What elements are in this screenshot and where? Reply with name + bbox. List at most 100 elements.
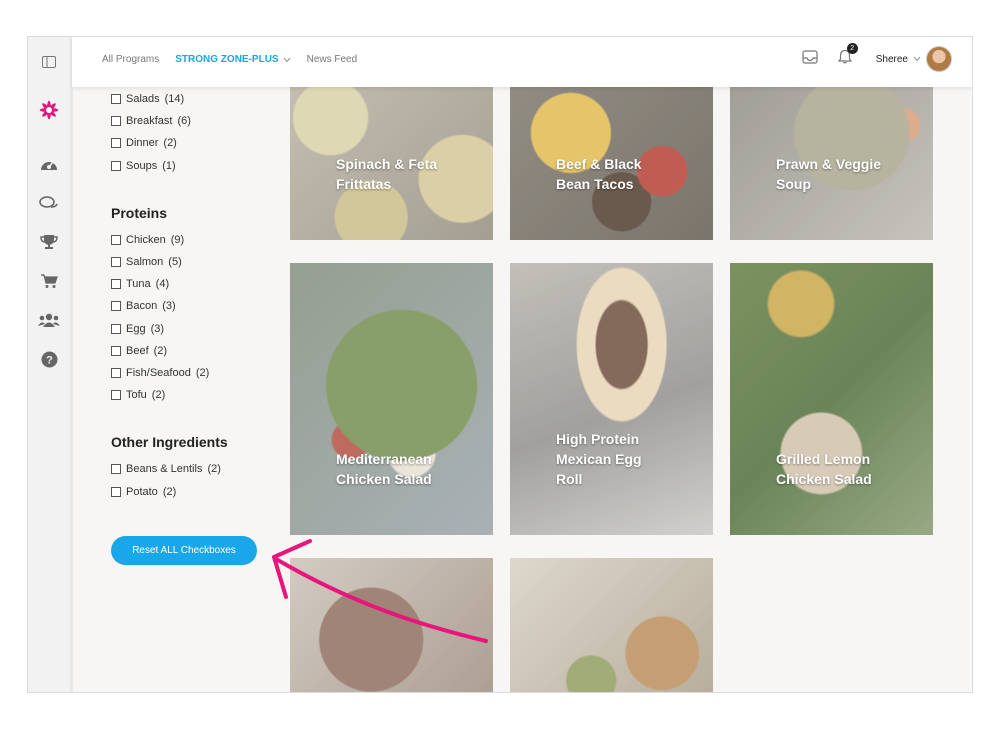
- recipe-title: Grilled Lemon Chicken Salad: [776, 449, 872, 489]
- top-bar: All Programs STRONG ZONE-PLUS News Feed …: [72, 37, 972, 87]
- checkbox[interactable]: [111, 234, 121, 245]
- icon-rail: ?: [28, 37, 71, 692]
- community-icon[interactable]: [38, 309, 60, 331]
- filter-checkbox[interactable]: Fish/Seafood (2): [111, 362, 281, 384]
- help-icon[interactable]: ?: [38, 348, 60, 370]
- recipe-title-line: Mediterranean: [336, 451, 432, 467]
- filter-label: Beef: [126, 344, 149, 357]
- filter-label: Potato: [126, 485, 158, 498]
- filter-count: (5): [168, 256, 182, 269]
- checkbox[interactable]: [111, 94, 121, 105]
- reset-all-checkboxes-button[interactable]: Reset ALL Checkboxes: [111, 536, 257, 565]
- checkbox[interactable]: [111, 116, 121, 127]
- notification-badge: 2: [846, 43, 858, 54]
- checkbox[interactable]: [111, 160, 121, 171]
- filter-count: (2): [207, 463, 221, 476]
- filter-checkbox[interactable]: Beef (2): [111, 340, 281, 362]
- checkbox[interactable]: [111, 486, 121, 497]
- nav-news-feed[interactable]: News Feed: [307, 54, 358, 65]
- filter-checkbox[interactable]: Egg (3): [111, 318, 281, 340]
- recipe-title-line: Grilled Lemon: [776, 451, 871, 467]
- logo-star-icon[interactable]: [38, 99, 60, 121]
- nav-program-dropdown[interactable]: STRONG ZONE-PLUS: [175, 54, 291, 65]
- checkbox[interactable]: [111, 301, 121, 312]
- recipe-title: Spinach & Feta Frittatas: [336, 154, 437, 194]
- filter-checkbox[interactable]: Salads (14): [111, 88, 281, 110]
- checkbox[interactable]: [111, 138, 121, 149]
- filter-label: Chicken: [126, 233, 166, 246]
- checkbox[interactable]: [111, 390, 121, 401]
- sidebar-toggle-icon[interactable]: [38, 51, 60, 73]
- filter-checkbox[interactable]: Dinner (2): [111, 132, 281, 154]
- rail-divider: [71, 37, 73, 692]
- proteins-heading: Proteins: [111, 204, 168, 221]
- filter-label: Beans & Lentils: [126, 463, 203, 476]
- nav-program-label: STRONG ZONE-PLUS: [175, 54, 279, 65]
- recipe-card[interactable]: [290, 558, 493, 692]
- recipe-title-line: Chicken Salad: [336, 471, 432, 487]
- card-overlay: [730, 263, 933, 535]
- checkbox[interactable]: [111, 279, 121, 290]
- cart-icon[interactable]: [38, 270, 60, 292]
- recipe-card[interactable]: Prawn & Veggie Soup: [730, 87, 933, 240]
- dashboard-icon[interactable]: [38, 153, 60, 175]
- recipe-card[interactable]: Grilled Lemon Chicken Salad: [730, 263, 933, 535]
- chevron-down-icon: [283, 57, 291, 62]
- filter-label: Soups: [126, 159, 158, 172]
- program-nav: All Programs STRONG ZONE-PLUS News Feed: [102, 54, 357, 65]
- recipe-card[interactable]: Mediterranean Chicken Salad: [290, 263, 493, 535]
- recipe-title-line: Roll: [556, 471, 583, 487]
- recipe-card[interactable]: Beef & Black Bean Tacos: [510, 87, 713, 240]
- filter-count: (6): [177, 115, 191, 128]
- filter-label: Fish/Seafood: [126, 366, 191, 379]
- card-overlay: [510, 558, 713, 692]
- filter-label: Tofu: [126, 389, 147, 402]
- checkbox[interactable]: [111, 257, 121, 268]
- trophy-icon[interactable]: [38, 231, 60, 253]
- filter-label: Salmon: [126, 256, 164, 269]
- filter-count: (2): [162, 485, 177, 498]
- filter-count: (14): [164, 93, 185, 106]
- filter-checkbox[interactable]: Soups (1): [111, 155, 281, 177]
- recipe-filters: Salads (14) Breakfast (6) Dinner (2) Soups (…: [111, 87, 281, 503]
- recipe-title-line: Spinach & Feta: [336, 156, 438, 172]
- nav-all-programs[interactable]: All Programs: [102, 54, 159, 65]
- filter-label: Egg: [126, 322, 146, 335]
- filter-label: Salads: [126, 93, 160, 106]
- recipe-title-line: Chicken Salad: [776, 471, 872, 487]
- filter-checkbox[interactable]: Chicken (9): [111, 229, 281, 251]
- user-name: Sheree: [875, 53, 908, 65]
- filter-checkbox[interactable]: Beans & Lentils (2): [111, 458, 281, 480]
- recipe-title: Prawn & Veggie Soup: [776, 154, 881, 194]
- recipe-card[interactable]: High Protein Mexican Egg Roll: [510, 263, 713, 535]
- filter-checkbox[interactable]: Potato (2): [111, 480, 281, 502]
- filter-count: (3): [150, 322, 165, 335]
- recipe-card[interactable]: [510, 558, 713, 692]
- filter-count: (2): [153, 344, 168, 357]
- filter-count: (3): [162, 300, 176, 313]
- filter-checkbox[interactable]: Bacon (3): [111, 295, 281, 317]
- inbox-icon[interactable]: [802, 49, 818, 69]
- checkbox[interactable]: [111, 367, 121, 378]
- meal-type-filters: Salads (14) Breakfast (6) Dinner (2) Soups (…: [111, 88, 281, 177]
- filter-checkbox[interactable]: Salmon (5): [111, 251, 281, 273]
- card-overlay: [290, 558, 493, 692]
- chevron-down-icon: [913, 56, 921, 62]
- checkbox[interactable]: [111, 323, 121, 334]
- checkbox[interactable]: [111, 464, 121, 475]
- filter-checkbox[interactable]: Tuna (4): [111, 273, 281, 295]
- recipe-title: Mediterranean Chicken Salad: [336, 449, 432, 489]
- filter-label: Dinner: [126, 137, 159, 150]
- checkbox[interactable]: [111, 345, 121, 356]
- bell-icon[interactable]: 2: [837, 43, 858, 69]
- recipe-title-line: Mexican Egg: [556, 451, 642, 467]
- filter-count: (4): [155, 278, 170, 291]
- filter-checkbox[interactable]: Breakfast (6): [111, 110, 281, 132]
- filter-count: (1): [162, 159, 176, 172]
- recipe-title: Beef & Black Bean Tacos: [556, 154, 642, 194]
- filter-checkbox[interactable]: Tofu (2): [111, 384, 281, 406]
- user-menu[interactable]: Sheree: [876, 46, 952, 72]
- recipe-card[interactable]: Spinach & Feta Frittatas: [290, 87, 493, 240]
- filter-count: (2): [195, 366, 210, 379]
- chat-icon[interactable]: [38, 192, 60, 214]
